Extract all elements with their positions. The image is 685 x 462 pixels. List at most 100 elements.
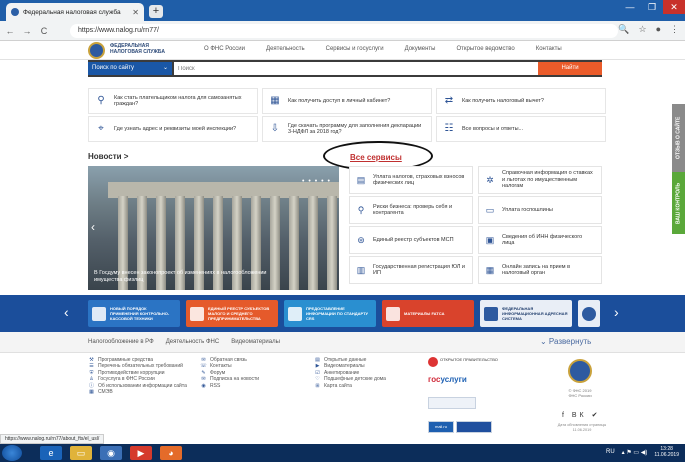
magnifier-icon: ⚲ — [357, 205, 365, 215]
media-player-icon[interactable]: ▶ — [130, 446, 152, 460]
question-card[interactable]: ⇄ Как получить налоговый вычет? — [436, 88, 606, 114]
search-scope-select[interactable]: Поиск по сайту ⌄ — [88, 62, 172, 75]
slider-prev-icon[interactable]: ‹ — [91, 220, 95, 234]
banner-item[interactable]: МАТЕРИАЛЫ FATCA — [382, 300, 474, 327]
service-card[interactable]: ▦ Онлайн запись на прием в налоговый орг… — [478, 256, 602, 284]
zoom-icon[interactable]: 🔍 — [618, 24, 629, 35]
feedback-side-tab[interactable]: ОТЗЫВ О САЙТЕ — [672, 104, 685, 172]
question-card[interactable]: ☷ Все вопросы и ответы... — [436, 116, 606, 142]
service-card[interactable]: ▥ Государственная регистрация ЮЛ и ИП — [349, 256, 473, 284]
close-window-button[interactable]: ✕ — [663, 0, 685, 14]
banner-emblem-icon — [582, 306, 596, 321]
banner-icon — [386, 306, 400, 321]
footer-item[interactable]: ▦ СМЭВ — [88, 389, 188, 395]
footer-item[interactable]: ◉ RSS — [200, 383, 300, 389]
service-card[interactable]: ✲ Справочная информация о ставках и льго… — [478, 166, 602, 194]
gosuslugi-logo[interactable]: госуслуги — [428, 375, 467, 384]
banner-item[interactable] — [578, 300, 600, 327]
maximize-button[interactable]: ❐ — [641, 0, 663, 14]
question-text: Как получить доступ в личный кабинет? — [288, 97, 391, 104]
nav-item[interactable]: Деятельность — [266, 46, 305, 52]
banner-carousel: ‹ НОВЫЙ ПОРЯДОК ПРИМЕНЕНИЯ КОНТРОЛЬНО-КА… — [0, 295, 685, 332]
nav-item[interactable]: Сервисы и госуслуги — [326, 46, 384, 52]
banner-next-icon[interactable]: › — [614, 304, 619, 320]
back-icon[interactable]: ← — [3, 26, 17, 36]
explorer-icon[interactable]: ▭ — [70, 446, 92, 460]
fns-emblem-icon[interactable] — [88, 42, 105, 59]
banner-label: ФЕДЕРАЛЬНАЯ ИНФОРМАЦИОННАЯ АДРЕСНАЯ СИСТ… — [502, 306, 568, 321]
footer-link[interactable]: Деятельность ФНС — [166, 339, 220, 345]
footer: ⚒ Программные средства ☰ Перечень обязател… — [0, 353, 685, 434]
browser-menu-icon[interactable]: ⋮ — [670, 24, 679, 35]
site-header: ФЕДЕРАЛЬНАЯ НАЛОГОВАЯ СЛУЖБА О ФНС Росси… — [0, 41, 685, 60]
control-side-tab[interactable]: ВАШ КОНТРОЛЬ — [672, 172, 685, 234]
banner-icon — [92, 306, 106, 321]
nav-item[interactable]: О ФНС России — [204, 46, 245, 52]
url-field[interactable]: https://www.nalog.ru/rn77/ — [70, 24, 618, 38]
reload-icon[interactable]: C — [37, 26, 51, 36]
windows-taskbar: e ▭ ◉ ▶ ◕ RU ▴ ⚑ ▭ ◀) 13:28 11.06.2019 — [0, 444, 685, 462]
footer-item[interactable]: ⊞ Карта сайта — [314, 383, 424, 389]
slider-dots[interactable]: • • • • • — [302, 178, 331, 185]
news-slider[interactable]: • • • • • ‹ В Госдуму внесен законопроек… — [88, 166, 339, 290]
chrome-icon[interactable]: ◉ — [100, 446, 122, 460]
payment-icon: ▤ — [356, 175, 366, 185]
forward-icon[interactable]: → — [20, 26, 34, 36]
language-indicator[interactable]: RU — [606, 449, 615, 455]
question-card[interactable]: ⇩ Где скачать программу для заполнения д… — [262, 116, 432, 142]
footer-links-bar: Налогообложение в РФ Деятельность ФНС Ви… — [0, 332, 685, 353]
service-card[interactable]: ▤ Уплата налогов, страховых взносов физи… — [349, 166, 473, 194]
clock[interactable]: 13:28 11.06.2019 — [654, 446, 679, 458]
footer-column-3: ▤ Открытые данные ▶ Видеоматериалы ☑ Анкети… — [314, 357, 424, 389]
banner-prev-icon[interactable]: ‹ — [64, 304, 69, 320]
download-icon: ⇩ — [270, 123, 280, 134]
expand-button[interactable]: ⌄ Развернуть — [540, 337, 591, 346]
footer-link[interactable]: Видеоматериалы — [231, 339, 280, 345]
banner-item[interactable]: ПРЕДОСТАВЛЕНИЕ ИНФОРМАЦИИ ПО СТАНДАРТУ C… — [284, 300, 376, 327]
question-card[interactable]: ⌖ Где узнать адрес и реквизиты моей инсп… — [88, 116, 258, 142]
counter-badge[interactable] — [456, 421, 492, 433]
fns-footer-emblem-icon — [568, 359, 592, 383]
chevron-down-icon: ⌄ — [162, 65, 168, 71]
all-services-link[interactable]: Все сервисы — [350, 153, 402, 162]
location-pin-icon: ⌖ — [98, 123, 104, 134]
banner-item[interactable]: ЕДИНЫЙ РЕЕСТР СУБЪЕКТОВ МАЛОГО И СРЕДНЕГ… — [186, 300, 278, 327]
site-logo-text[interactable]: ФЕДЕРАЛЬНАЯ НАЛОГОВАЯ СЛУЖБА — [110, 43, 170, 55]
nav-item[interactable]: Открытое ведомство — [457, 46, 515, 52]
minimize-button[interactable]: — — [619, 0, 641, 14]
service-card[interactable]: ▭ Уплата госпошлины — [478, 196, 602, 224]
service-text: Справочная информация о ставках и льгота… — [502, 170, 593, 190]
question-card[interactable]: ⚲ Как стать плательщиком налога для само… — [88, 88, 258, 114]
footer-link[interactable]: Налогообложение в РФ — [88, 339, 154, 345]
bookmark-star-icon[interactable]: ☆ — [638, 24, 646, 35]
partner-badge[interactable] — [428, 397, 476, 409]
close-tab-icon[interactable]: ✕ — [132, 8, 139, 17]
firefox-icon[interactable]: ◕ — [160, 446, 182, 460]
nav-item[interactable]: Контакты — [536, 46, 562, 52]
search-button[interactable]: Найти — [538, 62, 602, 75]
news-caption[interactable]: В Госдуму внесен законопроект об изменен… — [94, 270, 284, 284]
new-tab-button[interactable]: + — [149, 5, 163, 18]
social-icons[interactable]: f ВК ✔ — [562, 411, 600, 419]
update-date: Дата обновления страницы 11.06.2019 — [557, 423, 607, 432]
banner-item[interactable]: ФЕДЕРАЛЬНАЯ ИНФОРМАЦИОННАЯ АДРЕСНАЯ СИСТ… — [480, 300, 572, 327]
status-url-tooltip: https://www.nalog.ru/rn77/about_fts/el_u… — [0, 434, 105, 444]
footer-column-2: ✉ Обратная связь ☏ Контакты ✎ Форум ✉ Подпис… — [200, 357, 300, 389]
address-bar: ← → C https://www.nalog.ru/rn77/ 🔍 ☆ ● ⋮ — [0, 21, 685, 41]
ie-icon[interactable]: e — [40, 446, 62, 460]
search-input[interactable] — [174, 62, 538, 75]
service-card[interactable]: ⚲ Риски бизнеса: проверь себя и контраге… — [349, 196, 473, 224]
tray-icons[interactable]: ▴ ⚑ ▭ ◀) — [622, 449, 648, 456]
nav-item[interactable]: Документы — [405, 46, 436, 52]
open-government-link[interactable]: ОТКРЫТОЕ ПРАВИТЕЛЬСТВО — [428, 357, 498, 367]
rss-icon: ◉ — [201, 382, 206, 389]
start-button[interactable] — [2, 445, 22, 461]
question-card[interactable]: ▦ Как получить доступ в личный кабинет? — [262, 88, 432, 114]
browser-tab[interactable]: Федеральная налоговая служба ✕ — [6, 3, 144, 21]
service-card[interactable]: ▣ Сведения об ИНН физического лица — [478, 226, 602, 254]
banner-item[interactable]: НОВЫЙ ПОРЯДОК ПРИМЕНЕНИЯ КОНТРОЛЬНО-КАСС… — [88, 300, 180, 327]
news-heading[interactable]: Новости > — [88, 152, 128, 161]
account-icon[interactable]: ● — [656, 24, 661, 35]
mailru-badge[interactable]: mail.ru — [428, 421, 454, 433]
service-card[interactable]: ⊛ Единый реестр субъектов МСП — [349, 226, 473, 254]
